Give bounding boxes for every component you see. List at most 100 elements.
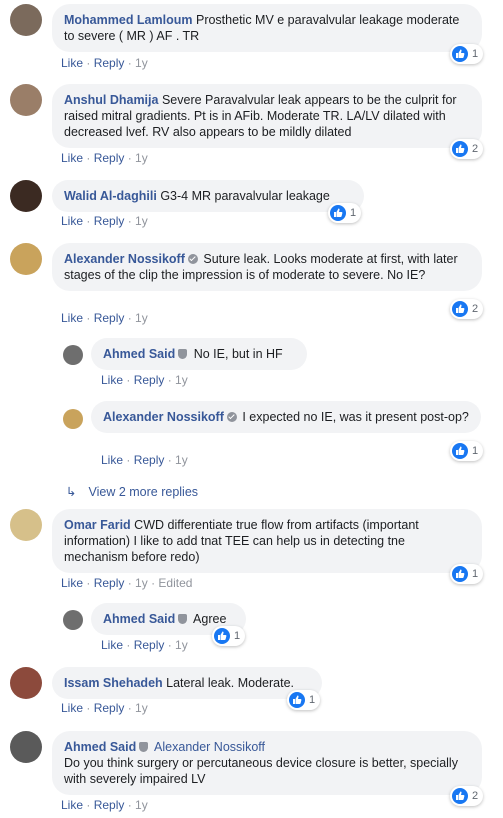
reaction-count[interactable]: 1 xyxy=(450,44,484,64)
comment-actions: Like · Reply · 1y xyxy=(61,56,148,70)
reply-link[interactable]: Reply xyxy=(94,576,125,590)
like-link[interactable]: Like xyxy=(61,56,83,70)
reaction-count[interactable]: 2 xyxy=(450,139,484,159)
reaction-number: 1 xyxy=(350,207,357,219)
avatar[interactable] xyxy=(10,731,42,763)
tagged-user[interactable]: Alexander Nossikoff xyxy=(154,740,265,754)
reaction-number: 2 xyxy=(472,790,479,802)
like-reaction-icon xyxy=(452,788,468,804)
commenter-name[interactable]: Issam Shehadeh xyxy=(64,676,163,690)
reaction-number: 2 xyxy=(472,143,479,155)
reaction-number: 1 xyxy=(472,48,479,60)
like-link[interactable]: Like xyxy=(101,453,123,467)
comment-actions: Like · Reply · 1y xyxy=(61,701,148,715)
commenter-name[interactable]: Alexander Nossikoff xyxy=(64,252,185,266)
view-more-label: View 2 more replies xyxy=(88,485,199,499)
like-reaction-icon xyxy=(452,566,468,582)
like-link[interactable]: Like xyxy=(61,576,83,590)
like-reaction-icon xyxy=(452,46,468,62)
comment-actions: Like · Reply · 1y · Edited xyxy=(61,576,193,590)
reaction-number: 1 xyxy=(234,630,241,642)
view-more-replies-link[interactable]: ↳ View 2 more replies xyxy=(66,484,198,499)
like-reaction-icon xyxy=(289,692,305,708)
comment-bubble: Issam Shehadeh Lateral leak. Moderate. xyxy=(52,667,322,699)
reply-link[interactable]: Reply xyxy=(134,373,165,387)
comment-actions: Like · Reply · 1y xyxy=(101,373,188,387)
comment-text: I expected no IE, was it present post-op… xyxy=(242,410,469,424)
reaction-count[interactable]: 1 xyxy=(450,441,484,461)
reply-arrow-icon: ↳ xyxy=(66,485,77,499)
timestamp[interactable]: 1y xyxy=(135,214,148,228)
reaction-count[interactable]: 2 xyxy=(450,786,484,806)
like-reaction-icon xyxy=(452,141,468,157)
comment-actions: Like · Reply · 1y xyxy=(61,311,148,325)
reaction-count[interactable]: 1 xyxy=(212,626,246,646)
timestamp[interactable]: 1y xyxy=(175,638,188,652)
commenter-name[interactable]: Ahmed Said xyxy=(103,347,175,361)
like-link[interactable]: Like xyxy=(61,214,83,228)
timestamp[interactable]: 1y xyxy=(175,453,188,467)
timestamp[interactable]: 1y xyxy=(135,701,148,715)
shield-badge-icon xyxy=(178,349,188,359)
timestamp[interactable]: 1y xyxy=(135,56,148,70)
comment-actions: Like · Reply · 1y xyxy=(101,638,188,652)
comment-text: No IE, but in HF xyxy=(193,347,283,361)
comment-actions: Like · Reply · 1y xyxy=(101,453,188,467)
comment-text: G3-4 MR paravalvular leakage xyxy=(160,189,330,203)
avatar[interactable] xyxy=(63,409,83,429)
like-link[interactable]: Like xyxy=(101,638,123,652)
avatar[interactable] xyxy=(10,84,42,116)
like-link[interactable]: Like xyxy=(61,151,83,165)
reply-link[interactable]: Reply xyxy=(94,798,125,812)
avatar[interactable] xyxy=(10,180,42,212)
like-reaction-icon xyxy=(330,205,346,221)
reply-link[interactable]: Reply xyxy=(134,638,165,652)
avatar[interactable] xyxy=(10,243,42,275)
verified-badge-icon xyxy=(226,412,237,422)
comment-bubble: Anshul Dhamija Severe Paravalvular leak … xyxy=(52,84,482,148)
reaction-count[interactable]: 1 xyxy=(450,564,484,584)
reply-link[interactable]: Reply xyxy=(94,214,125,228)
timestamp[interactable]: 1y xyxy=(175,373,188,387)
verified-badge-icon xyxy=(187,254,198,264)
avatar[interactable] xyxy=(10,667,42,699)
like-link[interactable]: Like xyxy=(101,373,123,387)
comment-text: Lateral leak. Moderate. xyxy=(166,676,294,690)
reply-link[interactable]: Reply xyxy=(134,453,165,467)
avatar[interactable] xyxy=(63,345,83,365)
timestamp[interactable]: 1y xyxy=(135,576,148,590)
reply-link[interactable]: Reply xyxy=(94,701,125,715)
like-link[interactable]: Like xyxy=(61,311,83,325)
like-link[interactable]: Like xyxy=(61,701,83,715)
avatar[interactable] xyxy=(10,4,42,36)
timestamp[interactable]: 1y xyxy=(135,798,148,812)
edited-label[interactable]: Edited xyxy=(158,576,192,590)
reaction-count[interactable]: 1 xyxy=(328,203,362,223)
commenter-name[interactable]: Anshul Dhamija xyxy=(64,93,158,107)
commenter-name[interactable]: Ahmed Said xyxy=(103,612,175,626)
avatar[interactable] xyxy=(63,610,83,630)
commenter-name[interactable]: Omar Farid xyxy=(64,518,131,532)
reaction-number: 1 xyxy=(472,568,479,580)
commenter-name[interactable]: Mohammed Lamloum xyxy=(64,13,193,27)
reply-link[interactable]: Reply xyxy=(94,151,125,165)
reaction-number: 1 xyxy=(472,445,479,457)
timestamp[interactable]: 1y xyxy=(135,311,148,325)
reply-link[interactable]: Reply xyxy=(94,56,125,70)
reaction-count[interactable]: 1 xyxy=(287,690,321,710)
shield-badge-icon xyxy=(178,614,188,624)
comment-text: Agree xyxy=(193,612,227,626)
avatar[interactable] xyxy=(10,509,42,541)
reaction-count[interactable]: 2 xyxy=(450,299,484,319)
comment-actions: Like · Reply · 1y xyxy=(61,798,148,812)
commenter-name[interactable]: Walid Al-daghili xyxy=(64,189,157,203)
timestamp[interactable]: 1y xyxy=(135,151,148,165)
comment-text: Do you think surgery or percutaneous dev… xyxy=(64,756,458,786)
comment-bubble: Ahmed Said No IE, but in HF xyxy=(91,338,307,370)
reaction-number: 1 xyxy=(309,694,316,706)
like-link[interactable]: Like xyxy=(61,798,83,812)
shield-badge-icon xyxy=(139,742,149,752)
commenter-name[interactable]: Alexander Nossikoff xyxy=(103,410,224,424)
reply-link[interactable]: Reply xyxy=(94,311,125,325)
commenter-name[interactable]: Ahmed Said xyxy=(64,740,136,754)
